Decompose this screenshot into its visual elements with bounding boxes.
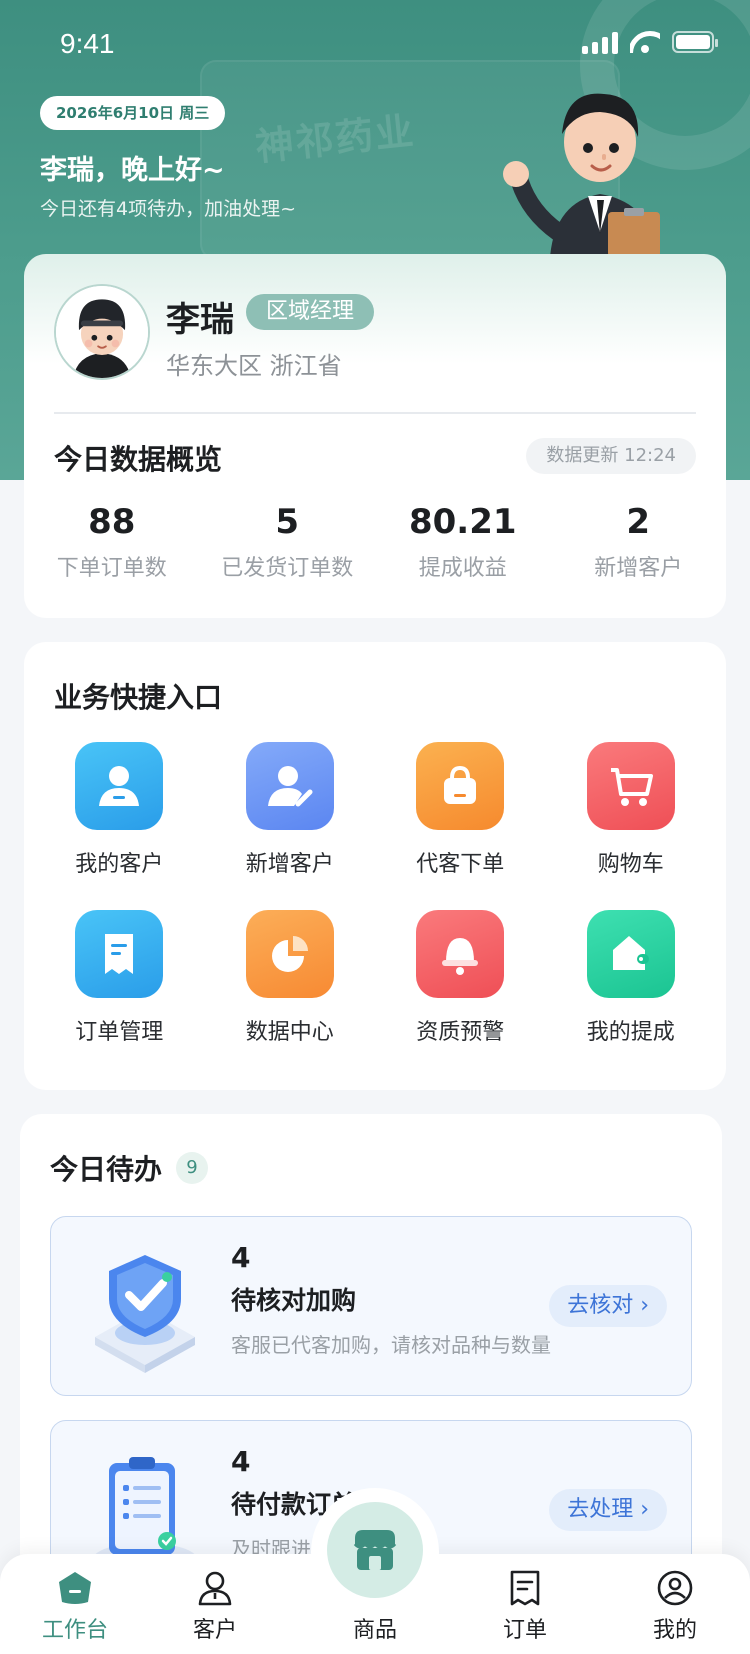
bell-icon <box>416 910 505 998</box>
battery-icon <box>672 31 718 53</box>
stat-shipped[interactable]: 5 已发货订单数 <box>200 502 376 582</box>
role-badge: 区域经理 <box>246 294 375 330</box>
tab-label: 商品 <box>352 1618 397 1643</box>
tab-label: 订单 <box>502 1618 547 1643</box>
quick-label: 订单管理 <box>75 1020 164 1045</box>
tab-label: 客户 <box>192 1618 237 1643</box>
quick-my-commission[interactable]: 我的提成 <box>546 910 717 1046</box>
quick-my-customers[interactable]: 我的客户 <box>34 742 205 878</box>
stat-value: 88 <box>88 502 136 542</box>
receipt-icon <box>75 910 164 998</box>
status-icons <box>582 30 718 54</box>
divider <box>54 412 696 414</box>
quick-entry-grid: 我的客户 新增客户 代客下单 购物车 订单管理 数据中心 资质预警 我的提成 <box>34 742 716 1046</box>
quick-entry-title: 业务快捷入口 <box>54 681 223 714</box>
stat-label: 新增客户 <box>594 556 683 581</box>
user-name: 李瑞 <box>166 300 234 340</box>
profile-icon <box>657 1570 693 1606</box>
overview-title: 今日数据概览 <box>54 443 223 476</box>
date-badge: 2026年6月10日 周三 <box>40 96 226 130</box>
quick-entry-card: 业务快捷入口 我的客户 新增客户 代客下单 购物车 订单管理 数据中心 资质预警… <box>24 642 726 1090</box>
todo-name: 待核对加购 <box>231 1286 357 1315</box>
tab-orders[interactable]: 订单 <box>450 1554 600 1654</box>
store-icon <box>327 1502 423 1598</box>
quick-add-customer[interactable]: 新增客户 <box>205 742 376 878</box>
products-fab[interactable] <box>311 1488 439 1616</box>
todo-item-verify[interactable]: 4 待核对加购 客服已代客加购，请核对品种与数量 去核对 › <box>50 1216 692 1396</box>
quick-label: 资质预警 <box>416 1020 505 1045</box>
bag-icon <box>416 742 505 830</box>
quick-label: 我的提成 <box>586 1020 675 1045</box>
data-update-badge: 数据更新 12:24 <box>526 438 696 474</box>
cart-icon <box>586 742 675 830</box>
profile-card: 李瑞 区域经理 华东大区 浙江省 今日数据概览 数据更新 12:24 88 下单… <box>24 254 726 618</box>
order-icon <box>510 1570 540 1606</box>
tab-workbench[interactable]: 工作台 <box>0 1554 150 1654</box>
shield-check-icon <box>95 1255 195 1373</box>
quick-label: 数据中心 <box>245 1020 334 1045</box>
quick-data-center[interactable]: 数据中心 <box>205 910 376 1046</box>
stat-label: 提成收益 <box>418 556 507 581</box>
mascot-illustration <box>503 93 660 257</box>
avatar[interactable] <box>54 284 150 380</box>
stat-value: 80.21 <box>408 502 517 542</box>
tab-label: 我的 <box>652 1618 697 1643</box>
stat-label: 下单订单数 <box>56 556 167 581</box>
wifi-icon <box>630 31 660 53</box>
todo-title: 今日待办 <box>50 1153 163 1186</box>
stat-commission[interactable]: 80.21 提成收益 <box>375 502 551 582</box>
pie-chart-icon <box>245 910 334 998</box>
todo-number: 4 <box>231 1445 251 1478</box>
workbench-icon <box>59 1572 91 1604</box>
quick-label: 新增客户 <box>245 852 334 877</box>
user-icon <box>198 1571 232 1606</box>
add-customer-icon <box>245 742 334 830</box>
stat-value: 2 <box>626 502 651 542</box>
quick-label: 购物车 <box>597 852 664 877</box>
avatar-image <box>56 286 148 378</box>
stat-label: 已发货订单数 <box>221 556 354 581</box>
quick-cart[interactable]: 购物车 <box>546 742 717 878</box>
quick-label: 代客下单 <box>416 852 505 877</box>
tab-customers[interactable]: 客户 <box>140 1554 290 1654</box>
tab-me[interactable]: 我的 <box>600 1554 750 1654</box>
customer-icon <box>75 742 164 830</box>
greeting-subtitle: 今日还有4项待办，加油处理~ <box>40 198 297 220</box>
user-region: 华东大区 浙江省 <box>166 352 342 380</box>
stat-new-customers[interactable]: 2 新增客户 <box>551 502 727 582</box>
signal-icon <box>582 30 618 54</box>
todo-count-badge: 9 <box>176 1152 208 1184</box>
quick-qualification-alert[interactable]: 资质预警 <box>375 910 546 1046</box>
quick-place-order[interactable]: 代客下单 <box>375 742 546 878</box>
todo-description: 客服已代客加购，请核对品种与数量 <box>231 1333 551 1357</box>
todo-number: 4 <box>231 1241 251 1274</box>
status-bar: 9:41 <box>0 0 750 92</box>
stat-orders[interactable]: 88 下单订单数 <box>24 502 200 582</box>
tab-label: 工作台 <box>41 1618 108 1643</box>
stat-value: 5 <box>275 502 300 542</box>
stats-row: 88 下单订单数 5 已发货订单数 80.21 提成收益 2 新增客户 <box>24 502 726 582</box>
handle-button[interactable]: 去处理 › <box>549 1489 667 1531</box>
verify-button[interactable]: 去核对 › <box>549 1285 667 1327</box>
status-time: 9:41 <box>60 28 115 59</box>
wallet-icon <box>586 910 675 998</box>
quick-order-management[interactable]: 订单管理 <box>34 910 205 1046</box>
greeting-title: 李瑞，晚上好~ <box>40 155 225 186</box>
quick-label: 我的客户 <box>75 852 164 877</box>
